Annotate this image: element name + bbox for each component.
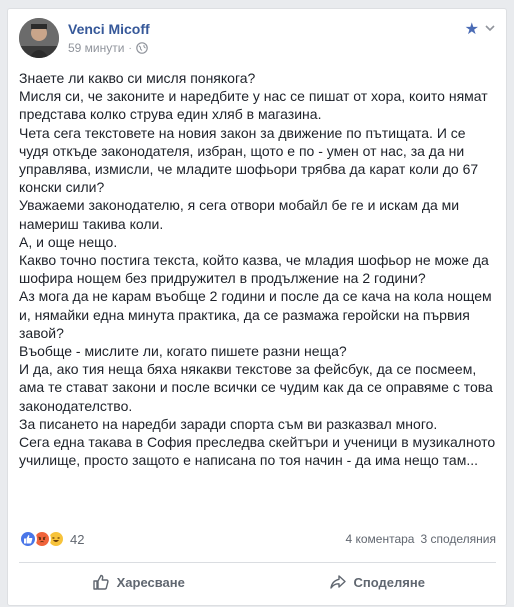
post-stats: 42 4 коментара 3 споделяния [19, 530, 496, 550]
post-paragraph: Сега една такава в София преследва скейт… [19, 434, 496, 469]
reaction-count[interactable]: 42 [70, 532, 84, 547]
star-icon[interactable]: ★ [465, 19, 479, 39]
like-label: Харесване [116, 574, 185, 590]
comments-count[interactable]: 4 коментара [345, 532, 414, 546]
post-paragraph: Въобще - мислите ли, когато пишете разни… [19, 343, 347, 360]
shares-count[interactable]: 3 споделяния [420, 532, 496, 546]
post-actions: Харесване Споделяне [19, 565, 496, 599]
post-meta: 59 минути · [68, 41, 148, 55]
post-paragraph: Мисля си, че законите и наредбите у нас … [19, 88, 488, 123]
avatar[interactable] [19, 18, 59, 58]
post-header: Venci Micoff 59 минути · ★ [19, 18, 496, 64]
post-paragraph: И да, ако тия неща бяха някакви текстове… [19, 361, 493, 414]
post-paragraph: За писането на наредби заради спорта съм… [19, 415, 438, 432]
meta-separator: · [128, 42, 132, 54]
post-paragraph: Аз мога да не карам въобще 2 години и по… [19, 288, 492, 341]
like-reaction-icon [19, 530, 37, 548]
post-paragraph: Какво точно постига текста, който казва,… [19, 252, 489, 287]
post-paragraph: Уважаеми законодателю, я сега отвори моб… [19, 197, 460, 232]
post-time[interactable]: 59 минути [68, 41, 124, 55]
post-text: Знаете ли какво си мисля понякога? Мисля… [19, 69, 497, 469]
divider [19, 562, 496, 563]
like-button[interactable]: Харесване [19, 565, 258, 599]
reactions-summary[interactable]: 42 [19, 530, 84, 548]
globe-icon[interactable] [136, 42, 148, 54]
share-arrow-icon [329, 575, 346, 589]
post-card: Venci Micoff 59 минути · ★ Знаете ли как… [7, 8, 507, 606]
chevron-down-icon[interactable] [484, 22, 496, 34]
post-paragraph: Знаете ли какво си мисля понякога? [19, 70, 256, 86]
engagement-counts: 4 коментара 3 споделяния [345, 532, 496, 546]
thumbs-up-icon [92, 574, 109, 590]
share-button[interactable]: Споделяне [258, 565, 497, 599]
share-label: Споделяне [353, 574, 425, 590]
post-paragraph: Чета сега текстовете на новия закон за д… [19, 124, 479, 196]
author-name[interactable]: Venci Micoff [68, 21, 150, 37]
post-paragraph: А, и още нещо. [19, 233, 118, 250]
